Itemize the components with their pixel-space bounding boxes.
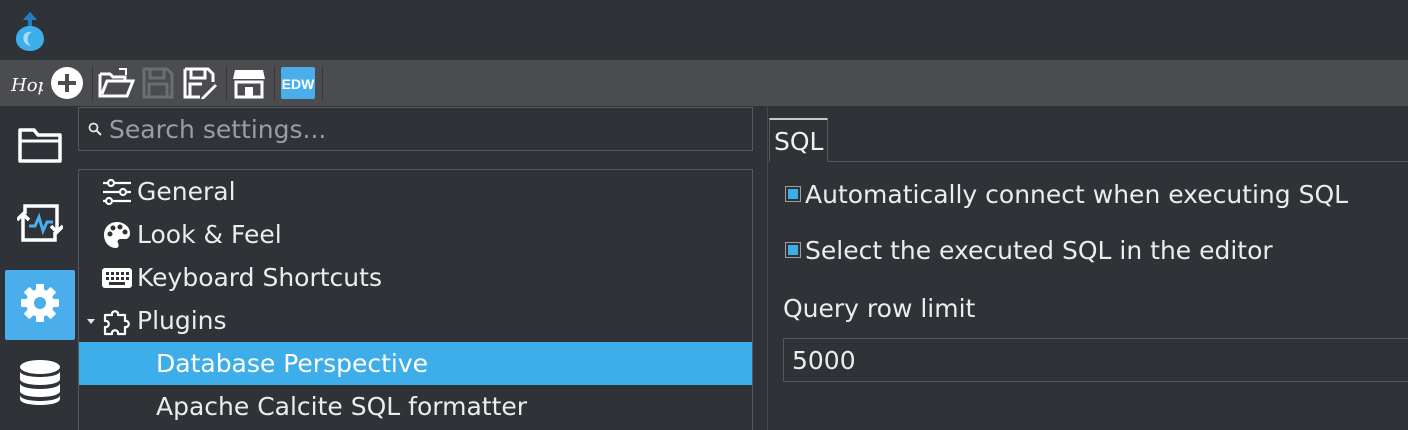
storefront-icon[interactable] [230,64,268,102]
floppy-disk-icon[interactable] [138,64,178,102]
splitter-handle[interactable] [754,106,768,430]
folder-open-icon[interactable] [96,64,136,102]
toolbar-separator [274,66,275,100]
perspective-sidebar [0,106,78,430]
sliders-icon [99,177,135,207]
query-row-limit-label: Query row limit [783,294,976,323]
tree-item-label: General [137,177,236,206]
palette-icon [99,220,135,250]
nav-database[interactable] [5,350,75,420]
select-executed-label: Select the executed SQL in the editor [805,235,1273,265]
execution-loop-icon [15,200,65,250]
toolbar-separator [226,66,227,100]
tree-item-label: Plugins [137,306,227,335]
tree-item-look-and-feel[interactable]: Look & Feel [79,213,752,256]
folder-icon [17,125,63,169]
tab-sql[interactable]: SQL [769,118,829,162]
select-executed-option[interactable]: Select the executed SQL in the editor [785,230,1273,270]
floppy-disk-pen-icon[interactable] [180,64,220,102]
nav-explorer[interactable] [5,112,75,182]
detail-tab-bar: SQL [769,118,1408,162]
tree-item-label: Apache Calcite SQL formatter [156,392,528,421]
gear-icon [20,283,60,327]
nav-execution[interactable] [5,190,75,260]
tab-label: SQL [774,126,824,156]
tree-item-keyboard-shortcuts[interactable]: Keyboard Shortcuts [79,256,752,299]
tree-item-label: Keyboard Shortcuts [137,263,382,292]
select-executed-checkbox[interactable] [785,242,801,258]
nav-configuration[interactable] [5,270,75,340]
auto-connect-label: Automatically connect when executing SQL [805,179,1349,209]
settings-search-input[interactable] [109,114,729,144]
edw-icon[interactable]: EDW [278,64,318,102]
settings-tree: General Look & Feel Keyboard Shortcuts P… [78,169,753,430]
svg-text:EDW: EDW [282,76,315,92]
database-icon [18,359,62,411]
svg-text:Hop: Hop [10,75,43,96]
auto-connect-checkbox[interactable] [785,186,801,202]
tree-item-database-perspective[interactable]: Database Perspective [79,342,752,385]
plus-circle-icon[interactable] [48,64,86,102]
toolbar-separator [92,66,93,100]
keyboard-icon [99,263,135,293]
checkbox-checked-mark [788,189,798,199]
chevron-down-icon[interactable] [83,317,99,325]
hop-logo-drop-icon [12,8,48,52]
checkbox-checked-mark [788,245,798,255]
tree-item-label: Database Perspective [156,349,429,378]
auto-connect-option[interactable]: Automatically connect when executing SQL [785,174,1348,214]
settings-search-box[interactable] [78,107,753,151]
tree-item-plugins[interactable]: Plugins [79,299,752,342]
puzzle-icon [99,306,135,336]
toolbar-separator [322,66,323,100]
main-toolbar: Hop [0,60,1408,106]
tree-item-general[interactable]: General [79,170,752,213]
title-bar [0,0,1408,60]
settings-detail-pane: SQL Automatically connect when executing… [769,106,1408,430]
query-row-limit-input[interactable] [783,338,1408,382]
tree-item-label: Look & Feel [137,220,282,249]
hop-text-icon[interactable]: Hop [8,64,44,102]
tree-item-apache-calcite-sql-formatter[interactable]: Apache Calcite SQL formatter [79,385,752,428]
settings-pane: General Look & Feel [78,106,754,430]
search-icon [81,122,109,136]
